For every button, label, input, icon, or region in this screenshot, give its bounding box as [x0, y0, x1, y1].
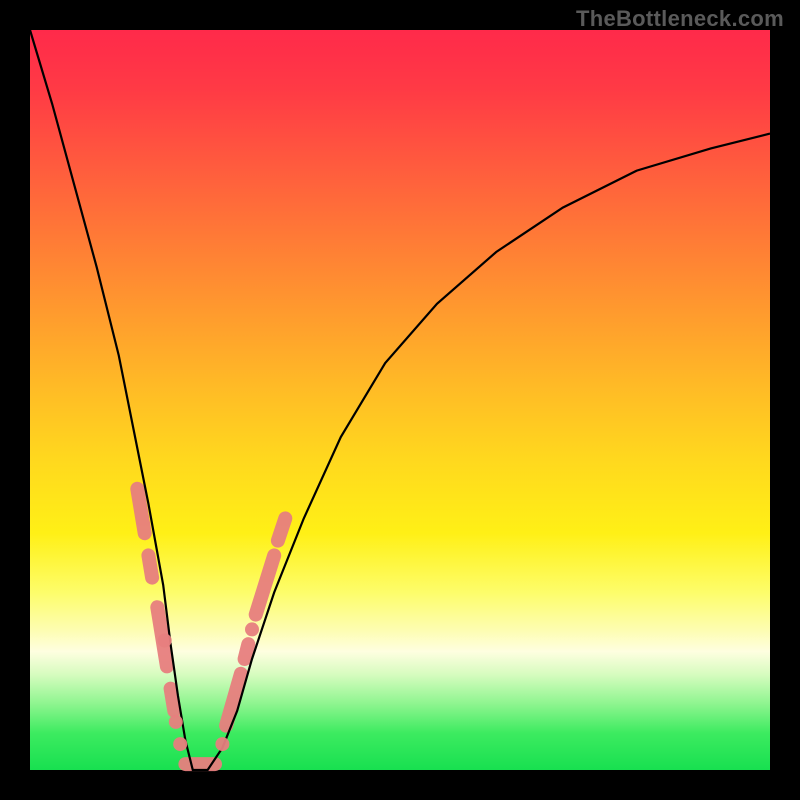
curve-marker-segment [278, 518, 285, 540]
curve-marker-segment [256, 555, 275, 614]
bottleneck-curve [30, 30, 770, 770]
curve-marker-dot [169, 715, 183, 729]
plot-area [30, 30, 770, 770]
curve-marker-segment [171, 689, 175, 711]
curve-marker-segment [137, 489, 144, 533]
curve-marker-dot [215, 737, 229, 751]
curve-marker-segment [148, 555, 152, 577]
curve-marker-segment [245, 644, 249, 659]
watermark-text: TheBottleneck.com [576, 6, 784, 32]
curve-marker-dot [158, 634, 172, 648]
chart-outer: TheBottleneck.com [0, 0, 800, 800]
curve-svg [30, 30, 770, 770]
curve-marker-dot [245, 622, 259, 636]
curve-marker-dot [173, 737, 187, 751]
